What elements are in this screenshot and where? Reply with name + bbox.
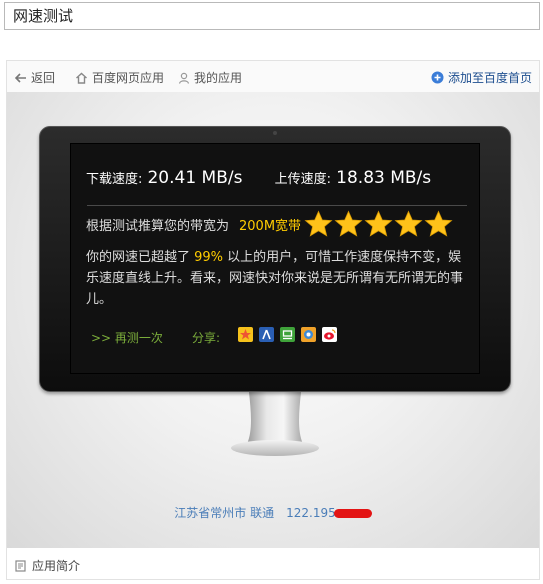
camera-dot (273, 131, 277, 135)
app-intro-label: 应用简介 (32, 559, 81, 573)
share-label: 分享: (192, 331, 221, 345)
renren-icon[interactable] (259, 327, 274, 342)
ip-address: 122.195 (286, 506, 336, 520)
my-apps-label: 我的应用 (194, 71, 243, 85)
douban-icon[interactable] (280, 327, 295, 342)
percent-value: 99% (194, 250, 224, 265)
monitor: 下载速度: 20.41 MB/s 上传速度: 18.83 MB/s 根据测试推算… (39, 126, 511, 392)
bandwidth-prefix: 根据测试推算您的带宽为 (86, 218, 230, 234)
desc-part1: 你的网速已超越了 (86, 250, 195, 265)
star-icon (334, 210, 363, 237)
location-region: 江苏省常州市 联通 (174, 506, 275, 520)
retest-button[interactable]: >> 再测一次 (91, 329, 163, 346)
bandwidth-value: 200M宽带 (239, 218, 302, 234)
speed-readout: 下载速度: 20.41 MB/s 上传速度: 18.83 MB/s (86, 168, 469, 198)
speed-result-panel: 下载速度: 20.41 MB/s 上传速度: 18.83 MB/s 根据测试推算… (70, 143, 480, 374)
baidu-apps-label: 百度网页应用 (92, 71, 165, 85)
back-label: 返回 (31, 71, 56, 85)
arrow-left-icon (15, 72, 26, 83)
baidu-apps-link[interactable]: 百度网页应用 (75, 69, 164, 86)
app-intro-section: 应用简介 (6, 548, 540, 580)
app-stage: 下载速度: 20.41 MB/s 上传速度: 18.83 MB/s 根据测试推算… (6, 92, 540, 548)
upload-value: 18.83 MB/s (336, 168, 432, 188)
divider (87, 205, 467, 206)
star-icon (304, 210, 333, 237)
document-icon (15, 559, 26, 572)
add-to-homepage-label: 添加至百度首页 (448, 71, 533, 85)
app-toolbar: 返回 百度网页应用 我的应用 添加至百度首页 (6, 60, 540, 92)
redaction-mark (333, 509, 372, 518)
qzone-icon[interactable] (238, 327, 253, 342)
star-icon (424, 210, 453, 237)
bandwidth-line: 根据测试推算您的带宽为 200M宽带 (86, 210, 453, 238)
weibo-icon[interactable] (322, 327, 337, 342)
plus-circle-icon (431, 71, 444, 84)
download-value: 20.41 MB/s (147, 168, 243, 188)
star-icon (364, 210, 393, 237)
my-apps-link[interactable]: 我的应用 (178, 69, 242, 86)
location-info: 江苏省常州市 联通 122.195 (7, 504, 539, 521)
home-icon (76, 72, 87, 84)
result-description: 你的网速已超越了 99% 以上的用户，可惜工作速度保持不变，娱乐速度直线上升。看… (86, 247, 471, 310)
rating-stars (303, 210, 453, 238)
app-intro-tab[interactable]: 应用简介 (15, 557, 80, 574)
back-button[interactable]: 返回 (15, 69, 55, 86)
star-icon (394, 210, 423, 237)
monitor-stand (231, 392, 319, 456)
search-input[interactable]: 网速测试 (4, 2, 540, 30)
add-to-homepage-button[interactable]: 添加至百度首页 (431, 69, 532, 86)
share-icons (238, 327, 337, 342)
download-label: 下载速度: (86, 172, 143, 187)
user-icon (178, 72, 190, 84)
upload-label: 上传速度: (274, 172, 332, 187)
kaixin-icon[interactable] (301, 327, 316, 342)
